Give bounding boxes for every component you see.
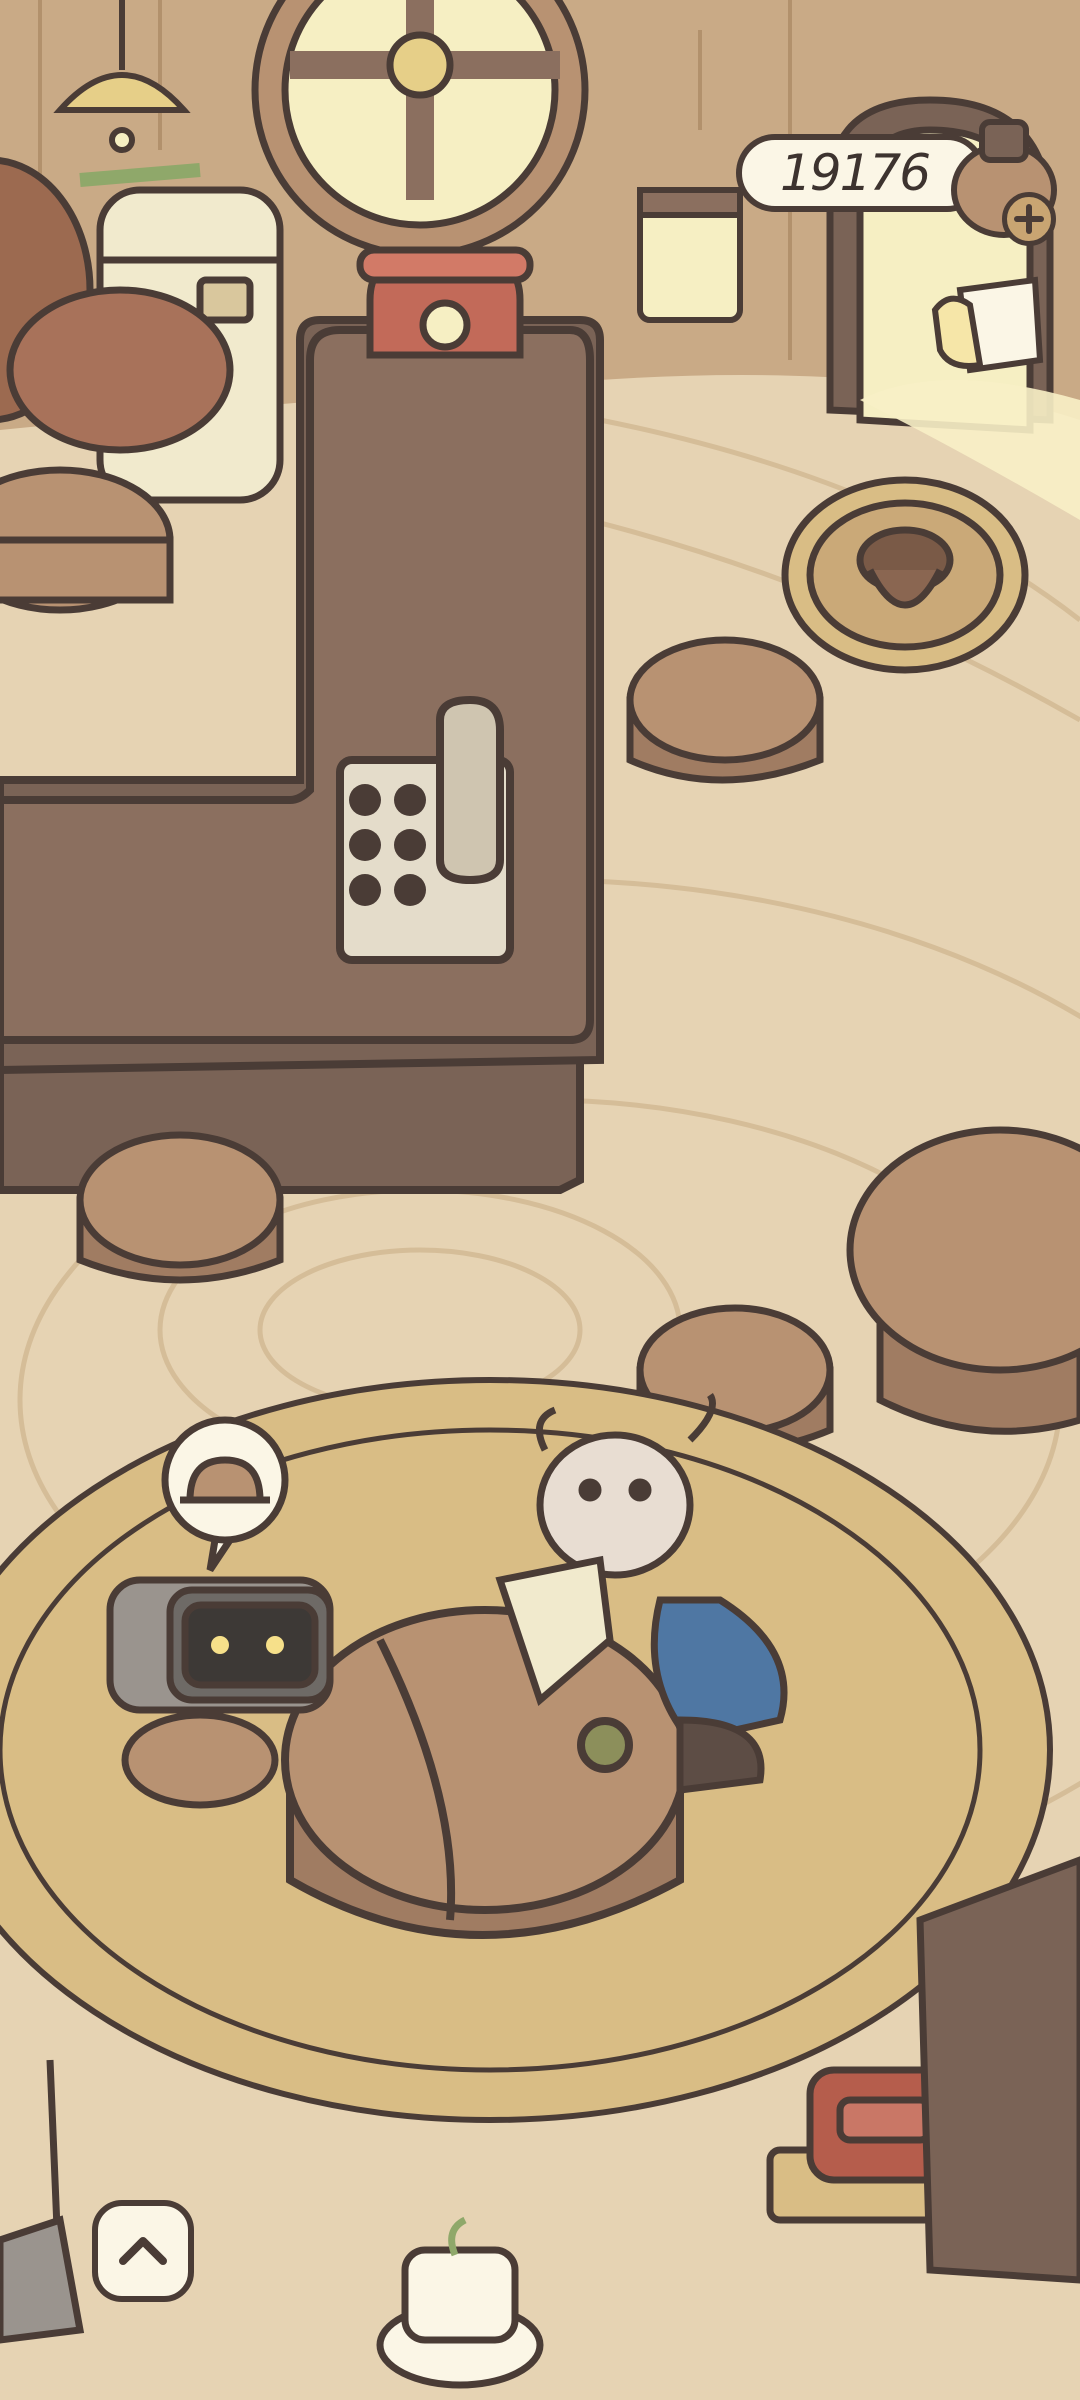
cafe-scene: 19176 — [0, 0, 1080, 2400]
expand-menu-button[interactable] — [92, 2200, 194, 2302]
table-right — [846, 1126, 1080, 1435]
order-note-icon — [931, 276, 1044, 374]
chevron-up-icon — [119, 2237, 167, 2265]
plus-icon — [1014, 204, 1044, 234]
wall-calendar — [637, 187, 743, 323]
stool-counter — [76, 1131, 284, 1284]
order-note-button[interactable] — [930, 270, 1050, 385]
telephone — [356, 246, 534, 359]
side-table — [781, 476, 1029, 674]
coin-count: 19176 — [780, 144, 931, 202]
cabinet-right — [916, 1856, 1080, 2284]
add-coins-button[interactable] — [1002, 192, 1056, 246]
scene-art — [0, 0, 1080, 2400]
stool-right — [626, 636, 824, 784]
center-table — [281, 1606, 689, 1939]
